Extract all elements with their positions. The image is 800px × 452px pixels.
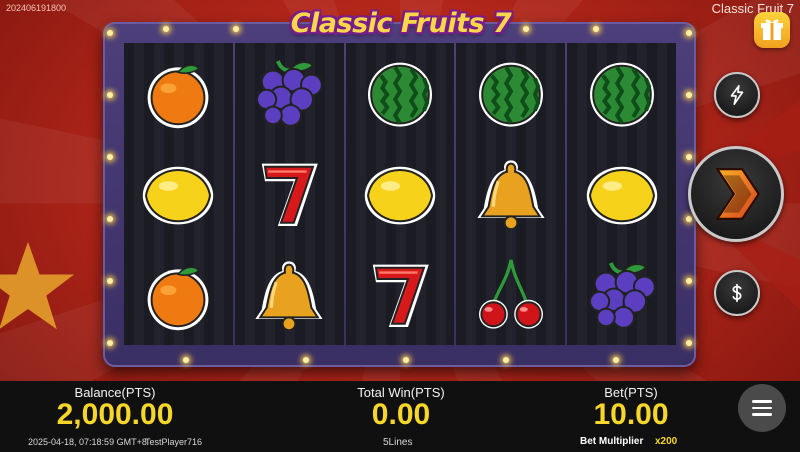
menu-icon-bar (752, 406, 772, 410)
dollar-icon (732, 283, 742, 303)
watermelon-icon (367, 62, 432, 127)
reel-3 (345, 43, 455, 345)
datetime: 2025-04-18, 07:18:59 GMT+8 (28, 437, 147, 447)
reel-cell (124, 244, 233, 345)
reel-cell (456, 43, 565, 144)
reel-cell (456, 144, 565, 245)
reel-cell (346, 43, 455, 144)
reel-cell (567, 244, 676, 345)
lemon-icon (364, 166, 436, 225)
reel-cell (124, 43, 233, 144)
spin-chevron-icon (715, 168, 760, 220)
session-id: 20240619180​0 (6, 3, 67, 13)
orange-icon (147, 266, 209, 330)
lightning-icon (730, 85, 744, 105)
grapes-icon (256, 60, 323, 128)
bet-value[interactable]: 10.00 (556, 398, 706, 432)
lines-count: 5Lines (383, 437, 413, 448)
reel-1 (124, 43, 233, 345)
grapes-icon (588, 261, 656, 329)
balance-value: 2,000.00 (56, 398, 174, 431)
gift-button[interactable] (754, 12, 790, 48)
bet-multiplier-label: Bet Multiplier (580, 436, 644, 447)
seven-icon (261, 163, 318, 226)
bell-icon (255, 261, 323, 331)
reel-cell (346, 144, 455, 245)
reel-cell (567, 144, 676, 245)
seven-icon (372, 264, 429, 327)
reel-cell (567, 43, 676, 144)
game-logo: Classic Fruits 7 (290, 8, 512, 39)
reel-4 (456, 43, 566, 345)
reel-cell (235, 43, 344, 144)
watermelon-icon (589, 62, 654, 127)
lemon-icon (143, 166, 214, 225)
menu-button[interactable] (738, 384, 786, 432)
reel-cell (346, 244, 455, 345)
orange-icon (147, 64, 209, 129)
reel-grid (124, 43, 676, 345)
cherry-icon (478, 259, 543, 329)
bell-icon (477, 160, 545, 231)
menu-icon-bar (752, 400, 772, 403)
reel-2 (234, 43, 344, 345)
lemon-icon (586, 166, 657, 225)
reel-cell (124, 144, 233, 245)
player-name: TestPlayer716 (145, 437, 203, 447)
menu-icon-bar (752, 413, 772, 416)
watermelon-icon (478, 62, 543, 127)
reel-cell (235, 244, 344, 345)
bet-button[interactable] (714, 270, 760, 316)
reel-cell (235, 144, 344, 245)
reel-5 (567, 43, 676, 345)
reel-cell (456, 244, 565, 345)
total-win-value: 0.00 (371, 398, 431, 431)
gift-icon (761, 19, 783, 40)
bet-multiplier-value: x200 (655, 436, 678, 447)
spin-button[interactable] (688, 146, 784, 242)
decorative-star-left (0, 241, 75, 330)
turbo-button[interactable] (714, 72, 760, 118)
